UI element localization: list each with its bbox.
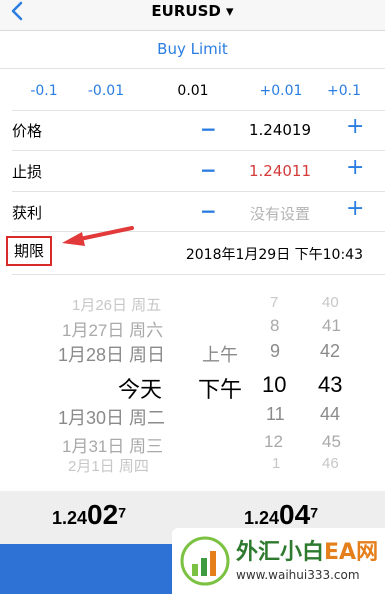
picker-minute-option[interactable]: 45 (322, 432, 341, 452)
watermark-logo-icon (180, 536, 230, 586)
expiry-date-time-picker[interactable]: 1月26日 周五 1月27日 周六 1月28日 周日 今天 1月30日 周二 1… (0, 290, 385, 476)
price-label: 价格 (12, 122, 43, 140)
picker-hour-selected[interactable]: 10 (262, 372, 286, 398)
picker-hour-option[interactable]: 11 (266, 404, 285, 425)
picker-date-option[interactable]: 1月27日 周六 (62, 316, 163, 341)
divider (12, 274, 385, 275)
step-minus-0-1-button[interactable]: -0.1 (16, 83, 72, 99)
take-profit-increase-button[interactable]: + (346, 196, 364, 221)
watermark-title: 外汇小白EA网 (236, 540, 379, 565)
stop-loss-label: 止损 (12, 163, 43, 181)
picker-date-option[interactable]: 1月26日 周五 (72, 294, 161, 315)
stop-loss-decrease-button[interactable]: − (200, 158, 217, 182)
divider (12, 191, 385, 192)
divider (12, 110, 385, 111)
divider (0, 68, 385, 69)
picker-hour-option[interactable]: 7 (270, 294, 278, 311)
annotation-arrow-icon (62, 226, 134, 246)
picker-minute-option[interactable]: 46 (322, 455, 339, 472)
picker-date-option[interactable]: 1月30日 周二 (58, 404, 165, 430)
stop-loss-increase-button[interactable]: + (346, 155, 364, 180)
step-minus-0-01-button[interactable]: -0.01 (78, 83, 134, 99)
take-profit-decrease-button[interactable]: − (200, 199, 217, 223)
picker-hour-option[interactable]: 12 (264, 432, 283, 452)
picker-ampm-option[interactable]: 上午 (202, 341, 238, 367)
picker-hour-option[interactable]: 1 (272, 455, 280, 472)
ask-price: 1.24047 (244, 499, 318, 530)
picker-date-option[interactable]: 2月1日 周四 (68, 455, 149, 476)
picker-hour-option[interactable]: 8 (270, 316, 279, 336)
bid-price: 1.24027 (52, 499, 126, 530)
step-size-value: 0.01 (177, 83, 209, 99)
symbol-selector[interactable]: EURUSD ▾ (0, 2, 385, 20)
take-profit-value[interactable]: 没有设置 (230, 203, 330, 224)
watermark-url: www.waihui333.com (236, 568, 360, 582)
expiry-value[interactable]: 2018年1月29日 下午10:43 (186, 244, 363, 264)
stop-loss-value[interactable]: 1.24011 (230, 162, 330, 180)
picker-hour-option[interactable]: 9 (270, 341, 280, 362)
step-plus-0-1-button[interactable]: +0.1 (316, 83, 372, 99)
price-value[interactable]: 1.24019 (230, 121, 330, 139)
expiry-label: 期限 (6, 236, 52, 266)
picker-minute-option[interactable]: 41 (322, 316, 341, 336)
picker-date-option[interactable]: 1月31日 周三 (62, 432, 163, 457)
take-profit-label: 获利 (12, 204, 43, 222)
picker-minute-option[interactable]: 44 (320, 404, 340, 425)
price-decrease-button[interactable]: − (200, 117, 217, 141)
picker-minute-option[interactable]: 40 (322, 294, 339, 311)
picker-ampm-selected[interactable]: 下午 (198, 372, 242, 404)
step-plus-0-01-button[interactable]: +0.01 (253, 83, 309, 99)
order-type-selector[interactable]: Buy Limit (0, 40, 385, 58)
nav-bar: EURUSD ▾ (0, 0, 385, 31)
picker-minute-option[interactable]: 42 (320, 341, 340, 362)
price-increase-button[interactable]: + (346, 114, 364, 139)
picker-date-option[interactable]: 1月28日 周日 (58, 341, 165, 367)
divider (12, 150, 385, 151)
picker-minute-selected[interactable]: 43 (318, 372, 342, 398)
watermark: 外汇小白EA网 www.waihui333.com (172, 528, 385, 594)
picker-date-selected[interactable]: 今天 (118, 372, 162, 404)
